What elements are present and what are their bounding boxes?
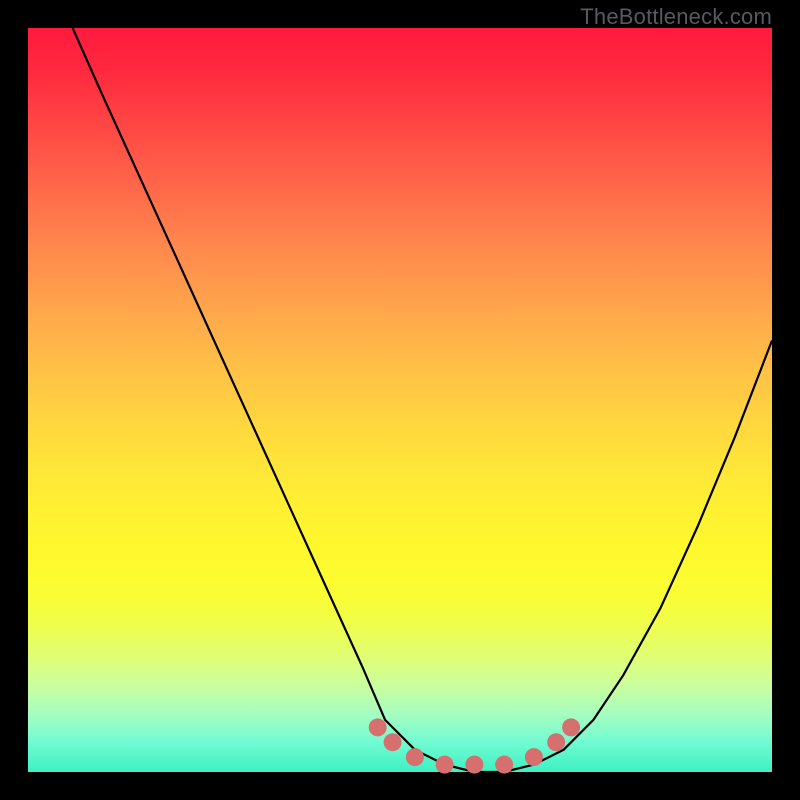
marker-dot [547,733,565,751]
watermark-text: TheBottleneck.com [580,4,772,30]
marker-dot [525,748,543,766]
marker-dot [384,733,402,751]
marker-dot [369,718,387,736]
curve-svg [28,28,772,772]
plot-area [28,28,772,772]
bottleneck-curve [73,28,772,772]
marker-dot [406,748,424,766]
marker-dot [465,756,483,774]
marker-dot [495,756,513,774]
optimal-range-markers [369,718,580,773]
marker-dot [436,756,454,774]
marker-dot [562,718,580,736]
chart-frame: TheBottleneck.com [0,0,800,800]
